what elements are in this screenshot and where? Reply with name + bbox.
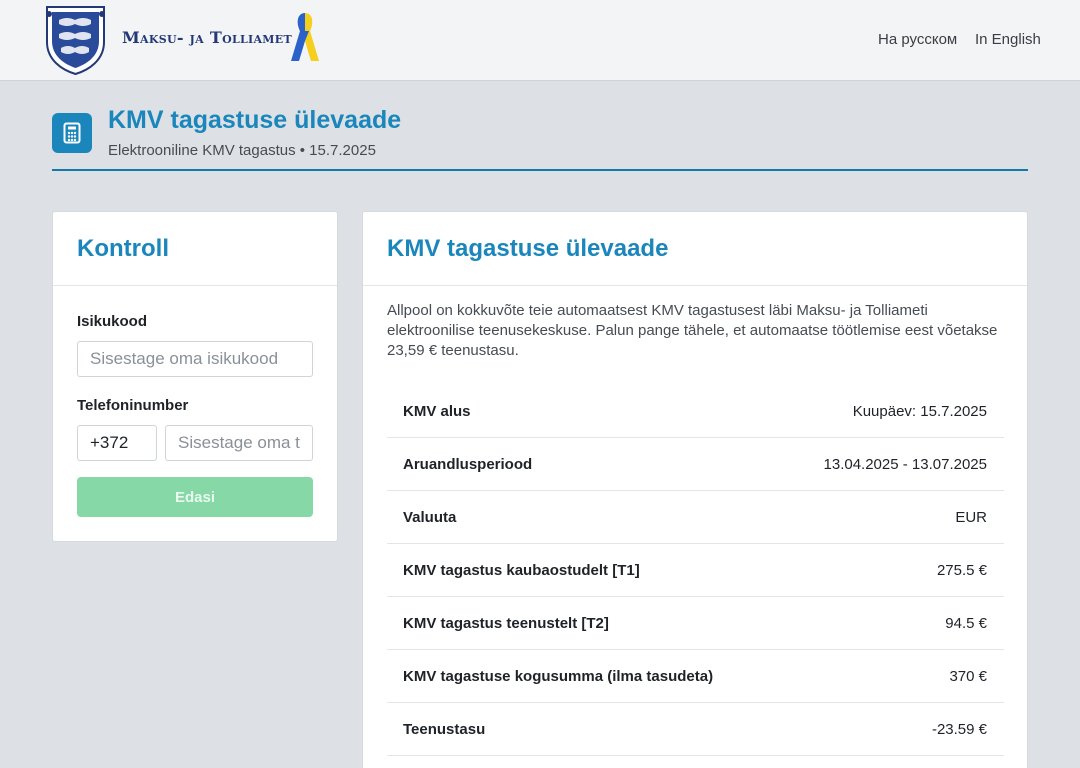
row-value: EUR (955, 508, 987, 526)
personal-id-input[interactable] (77, 341, 313, 377)
row-value: 275.5 € (936, 561, 987, 579)
overview-card-title: KMV tagastuse ülevaade (387, 234, 669, 262)
row-value: Kuupäev: 15.7.2025 (852, 402, 987, 420)
row-label: KMV tagastus kaubaostudelt [T1] (403, 561, 640, 579)
table-row: Teenustasu -23.59 € (387, 703, 1004, 756)
page-subtitle: Elektrooniline KMV tagastus • 15.7.2025 (108, 142, 376, 159)
personal-id-label: Isikukood (77, 313, 148, 330)
row-value: 370 € (949, 667, 987, 685)
row-label: KMV tagastus teenustelt [T2] (403, 614, 609, 632)
table-row: KMV alus Kuupäev: 15.7.2025 (387, 385, 1004, 438)
row-value: 94.5 € (945, 614, 987, 632)
coat-of-arms-logo[interactable] (43, 4, 108, 75)
overview-intro-text: Allpool on kokkuvõte teie automaatsest K… (387, 302, 998, 359)
page-title: KMV tagastuse ülevaade (108, 106, 402, 134)
table-row: KMV tagastus kaubaostudelt [T1] 275.5 € (387, 544, 1004, 597)
row-label: Valuuta (403, 508, 457, 526)
row-label: Aruandlusperiood (403, 455, 533, 473)
row-label: KMV tagastuse kogusumma (ilma tasudeta) (403, 667, 714, 685)
row-value: -23.59 € (931, 720, 987, 738)
control-card: Kontroll Isikukood Telefoninumber Edasi (52, 211, 338, 542)
control-card-title: Kontroll (77, 234, 169, 262)
phone-number-input[interactable] (165, 425, 313, 461)
next-button[interactable]: Edasi (77, 477, 313, 517)
table-row: KMV tagastuse kogusumma (ilma tasudeta) … (387, 650, 1004, 703)
site-header: Maksu- ja Tolliamet На русском In Englis… (0, 0, 1080, 81)
table-row: Valuuta EUR (387, 491, 1004, 544)
table-row: Aruandlusperiood 13.04.2025 - 13.07.2025 (387, 438, 1004, 491)
calculator-icon (52, 113, 92, 153)
table-row: KMV tagastus teenustelt [T2] 94.5 € (387, 597, 1004, 650)
row-label: KMV alus (403, 402, 471, 420)
summary-table: KMV alus Kuupäev: 15.7.2025 Aruandlusper… (387, 385, 1004, 756)
language-russian-link[interactable]: На русском (878, 31, 957, 48)
logo-text: Maksu- ja Tolliamet (122, 28, 292, 47)
ukraine-ribbon-icon (291, 13, 319, 61)
control-card-header: Kontroll (53, 212, 337, 286)
page-heading: KMV tagastuse ülevaade Elektrooniline KM… (52, 104, 1028, 171)
phone-number-label: Telefoninumber (77, 397, 189, 414)
phone-prefix-input[interactable] (77, 425, 157, 461)
row-value: 13.04.2025 - 13.07.2025 (823, 455, 987, 473)
overview-card: KMV tagastuse ülevaade Allpool on kokkuv… (362, 211, 1028, 768)
overview-card-header: KMV tagastuse ülevaade (363, 212, 1027, 286)
row-label: Teenustasu (403, 720, 486, 738)
language-english-link[interactable]: In English (975, 31, 1041, 48)
